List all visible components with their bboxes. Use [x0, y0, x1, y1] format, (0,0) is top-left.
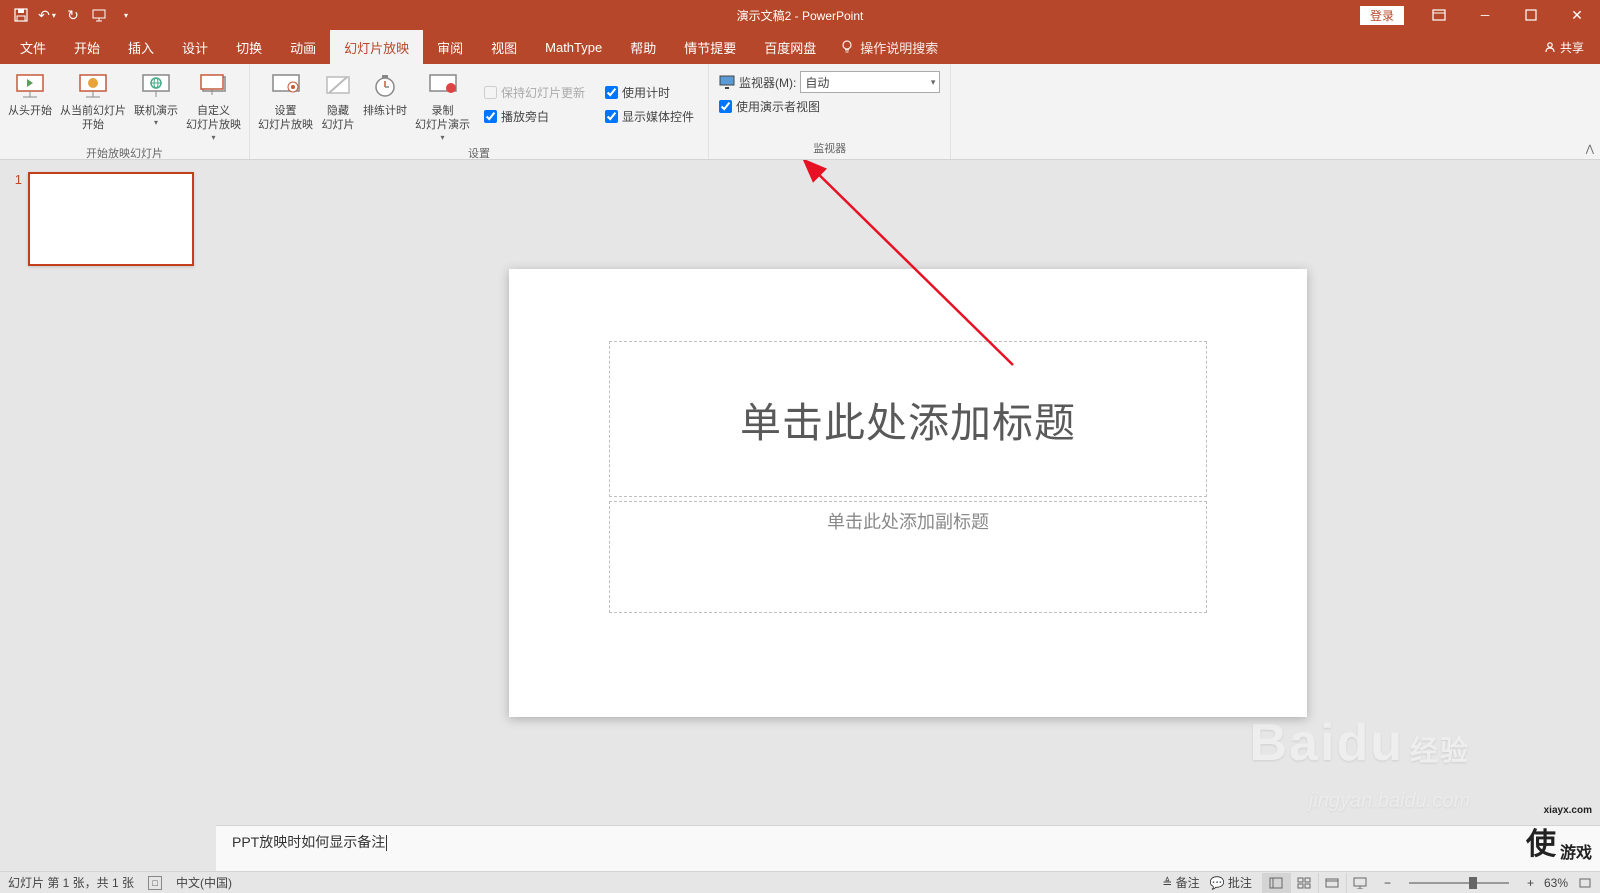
custom-slideshow-icon [198, 70, 230, 102]
online-presentation-icon [140, 70, 172, 102]
slide-canvas[interactable]: 单击此处添加标题 单击此处添加副标题 [509, 269, 1307, 717]
person-icon [1544, 41, 1556, 53]
setup-icon [270, 70, 302, 102]
status-bar: 幻灯片 第 1 张，共 1 张 □ 中文(中国) ≜ 备注 💬 批注 − + 6… [0, 871, 1600, 893]
tab-insert[interactable]: 插入 [114, 30, 168, 64]
from-current-button[interactable]: 从当前幻灯片 开始 [56, 66, 130, 143]
record-icon [427, 70, 459, 102]
collapse-ribbon-button[interactable]: ⋀ [1586, 144, 1594, 155]
fit-to-window-button[interactable] [1578, 877, 1592, 889]
notes-toggle[interactable]: ≜ 备注 [1162, 874, 1199, 891]
thumbnail-slide-1[interactable]: 1 [10, 172, 216, 266]
qat-customize-button[interactable]: ▾ [112, 2, 138, 28]
online-presentation-button[interactable]: 联机演示 ▾ [130, 66, 182, 143]
clock-icon [369, 70, 401, 102]
zoom-out-button[interactable]: − [1384, 876, 1391, 890]
monitor-icon [719, 75, 735, 89]
tab-review[interactable]: 审阅 [423, 30, 477, 64]
record-slideshow-button[interactable]: 录制 幻灯片演示 ▾ [411, 66, 474, 143]
group-start-slideshow: 从头开始 从当前幻灯片 开始 联机演示 ▾ 自定义 幻灯片放映 ▾ 开始放映幻灯… [0, 64, 250, 159]
tab-plot[interactable]: 情节提要 [670, 30, 750, 64]
lightbulb-icon [840, 40, 854, 54]
tab-view[interactable]: 视图 [477, 30, 531, 64]
view-buttons [1262, 873, 1374, 893]
spellcheck-icon[interactable]: □ [148, 876, 162, 890]
close-button[interactable]: ✕ [1554, 0, 1600, 30]
zoom-in-button[interactable]: + [1527, 876, 1534, 890]
sorter-view-button[interactable] [1290, 873, 1318, 893]
presentation-play-icon [14, 70, 46, 102]
editor-area: 单击此处添加标题 单击此处添加副标题 PPT放映时如何显示备注 [216, 160, 1600, 871]
tell-me-search[interactable]: 操作说明搜索 [840, 30, 938, 64]
quick-access-toolbar: ↶▾ ↻ ▾ [0, 2, 138, 28]
presentation-current-icon [77, 70, 109, 102]
reading-view-button[interactable] [1318, 873, 1346, 893]
group-label-monitors: 监视器 [713, 138, 946, 159]
tab-mathtype[interactable]: MathType [531, 30, 616, 64]
login-button[interactable]: 登录 [1360, 6, 1404, 25]
monitor-select[interactable]: 自动 ▾ [800, 71, 940, 93]
use-timings-checkbox[interactable]: 使用计时 [599, 80, 700, 104]
redo-button[interactable]: ↻ [60, 2, 86, 28]
subtitle-placeholder[interactable]: 单击此处添加副标题 [609, 501, 1207, 613]
rehearse-timings-button[interactable]: 排练计时 [359, 66, 411, 143]
language-label[interactable]: 中文(中国) [176, 874, 232, 891]
slide-canvas-area: 单击此处添加标题 单击此处添加副标题 [216, 160, 1600, 825]
zoom-level[interactable]: 63% [1544, 876, 1568, 890]
slide-thumbnails-panel: 1 [0, 160, 216, 871]
main-area: 1 单击此处添加标题 单击此处添加副标题 PPT放映时如何显示备注 [0, 160, 1600, 871]
from-beginning-button[interactable]: 从头开始 [4, 66, 56, 143]
tab-help[interactable]: 帮助 [616, 30, 670, 64]
tab-baidu[interactable]: 百度网盘 [750, 30, 830, 64]
zoom-slider[interactable] [1409, 882, 1509, 884]
tab-animations[interactable]: 动画 [276, 30, 330, 64]
text-cursor [386, 835, 387, 851]
save-button[interactable] [8, 2, 34, 28]
maximize-button[interactable] [1508, 0, 1554, 30]
ribbon-content: 从头开始 从当前幻灯片 开始 联机演示 ▾ 自定义 幻灯片放映 ▾ 开始放映幻灯… [0, 64, 1600, 160]
media-controls-checkbox[interactable]: 显示媒体控件 [599, 104, 700, 128]
narration-checkbox[interactable]: 播放旁白 [478, 104, 591, 128]
group-monitors: 监视器(M): 自动 ▾ 使用演示者视图 监视器 [709, 64, 951, 159]
normal-view-button[interactable] [1262, 873, 1290, 893]
window-title: 演示文稿2 - PowerPoint [737, 7, 864, 24]
comments-toggle[interactable]: 💬 批注 [1210, 874, 1252, 891]
tab-file[interactable]: 文件 [6, 30, 60, 64]
undo-button[interactable]: ↶▾ [34, 2, 60, 28]
window-controls: 登录 ─ ✕ [1360, 0, 1600, 30]
ribbon-display-button[interactable] [1416, 0, 1462, 30]
thumbnail-preview [28, 172, 194, 266]
presenter-view-checkbox[interactable]: 使用演示者视图 [713, 94, 946, 118]
tab-home[interactable]: 开始 [60, 30, 114, 64]
watermark-game: xiayx.com 使游戏 [1526, 819, 1592, 863]
setup-slideshow-button[interactable]: 设置 幻灯片放映 [254, 66, 317, 143]
tab-design[interactable]: 设计 [168, 30, 222, 64]
group-setup: 设置 幻灯片放映 隐藏 幻灯片 排练计时 录制 幻灯片演示 ▾ 保持幻灯片更新 … [250, 64, 709, 159]
tab-slideshow[interactable]: 幻灯片放映 [330, 30, 423, 64]
hide-slide-icon [322, 70, 354, 102]
slideshow-view-button[interactable] [1346, 873, 1374, 893]
hide-slide-button[interactable]: 隐藏 幻灯片 [317, 66, 359, 143]
keep-updated-checkbox: 保持幻灯片更新 [478, 80, 591, 104]
slide-count-label[interactable]: 幻灯片 第 1 张，共 1 张 [8, 874, 134, 891]
notes-pane[interactable]: PPT放映时如何显示备注 [216, 825, 1600, 871]
monitor-row: 监视器(M): 自动 ▾ [713, 70, 946, 94]
ribbon-tabs: 文件 开始 插入 设计 切换 动画 幻灯片放映 审阅 视图 MathType 帮… [0, 30, 1600, 64]
start-from-beginning-button[interactable] [86, 2, 112, 28]
title-bar: ↶▾ ↻ ▾ 演示文稿2 - PowerPoint 登录 ─ ✕ [0, 0, 1600, 30]
share-button[interactable]: 共享 [1544, 30, 1584, 64]
tab-transitions[interactable]: 切换 [222, 30, 276, 64]
minimize-button[interactable]: ─ [1462, 0, 1508, 30]
custom-slideshow-button[interactable]: 自定义 幻灯片放映 ▾ [182, 66, 245, 143]
title-placeholder[interactable]: 单击此处添加标题 [609, 341, 1207, 497]
